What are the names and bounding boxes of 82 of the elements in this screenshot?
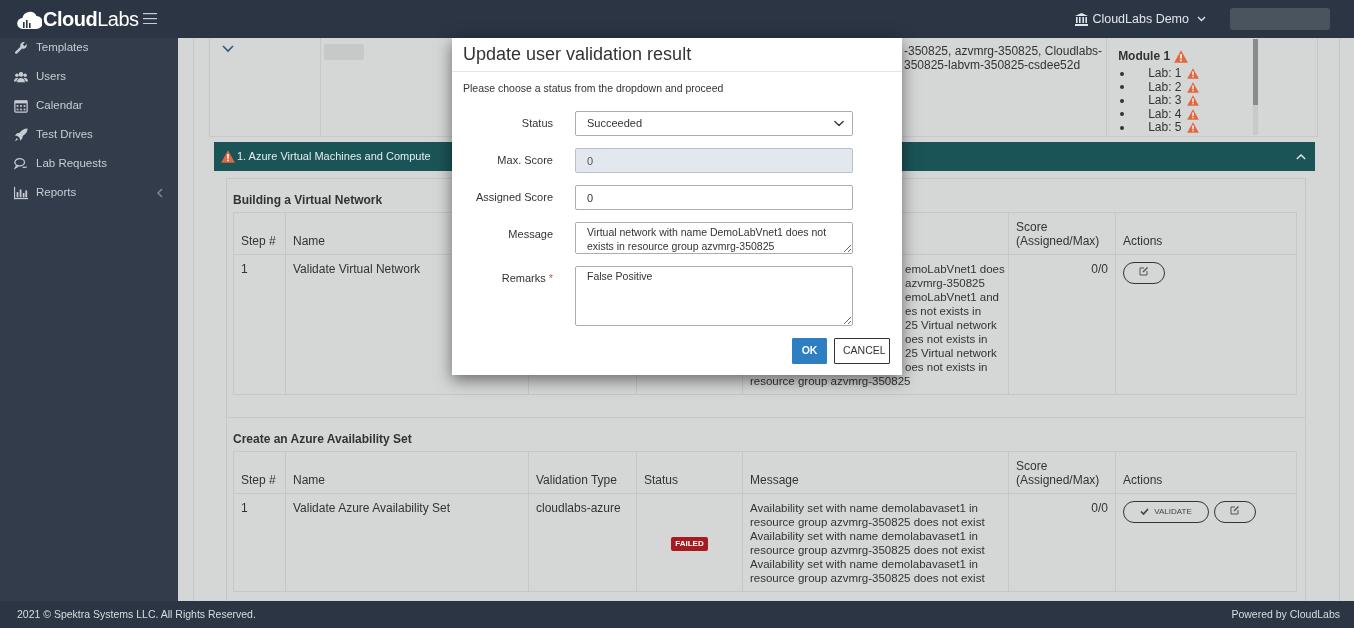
check-icon	[1140, 508, 1150, 515]
sidebar-item[interactable]: Reports	[0, 178, 178, 207]
column-header: Step #	[233, 451, 286, 494]
bank-icon	[1075, 12, 1089, 26]
message-text: Availability set with name demolabavaset1 in resource group azvmrg-350825 does not exist	[750, 501, 986, 529]
input-field[interactable]: 0	[575, 185, 853, 210]
group-title: Create an Azure Availability Set	[233, 431, 412, 446]
message-text: oes not exists in	[905, 360, 989, 374]
bullet-icon	[1120, 125, 1125, 130]
calendar-icon	[14, 98, 28, 113]
bar-chart-icon	[14, 185, 28, 200]
text-area[interactable]: False Positive	[575, 266, 853, 326]
group-title: Building a Virtual Network	[233, 192, 383, 207]
scrollbar[interactable]	[1253, 39, 1259, 135]
message-text: azvmrg-350825	[905, 276, 986, 290]
chat-icon	[14, 156, 28, 171]
table-cell: 1	[233, 254, 286, 395]
chevron-down-icon	[222, 44, 234, 53]
column-header: Message	[742, 451, 1009, 494]
bullet-icon	[1120, 85, 1125, 90]
message-text: oes not exists in	[905, 332, 989, 346]
sidebar-item[interactable]: Users	[0, 62, 178, 91]
status-dropdown[interactable]: Succeeded	[575, 111, 853, 136]
edit-icon	[1139, 266, 1149, 276]
column-header: Validation Type	[528, 451, 637, 494]
bullet-icon	[1120, 112, 1125, 117]
lab-item[interactable]: Lab: 2	[1148, 80, 1182, 94]
menu-button[interactable]	[142, 13, 157, 24]
module-title: Module 1	[1118, 49, 1171, 63]
message-text: 25 Virtual network	[905, 318, 998, 332]
cancel-button[interactable]: CANCEL	[834, 338, 890, 364]
users-icon	[14, 69, 28, 84]
table-cell: Validate Azure Availability Set	[285, 493, 529, 592]
column-header: Score (Assigned/Max)	[1008, 451, 1116, 494]
expand-toggle[interactable]	[222, 44, 234, 53]
bullet-icon	[1120, 98, 1125, 103]
ok-button[interactable]: OK	[792, 338, 827, 364]
field-label: Assigned Score	[475, 191, 553, 203]
wrench-icon	[14, 40, 28, 55]
message-text: resource group azvmrg-350825	[750, 374, 912, 388]
column-header: Name	[285, 451, 529, 494]
message-text: Availability set with name demolabavaset1 in resource group azvmrg-350825 does not exist	[750, 529, 986, 557]
lab-item[interactable]: Lab: 1	[1148, 67, 1182, 81]
column-header: Actions	[1115, 212, 1297, 255]
copyright-text: 2021 © Spektra Systems LLC. All Rights Reserved.	[17, 606, 256, 622]
table-cell: 1	[233, 493, 286, 592]
message-text: es not exists in	[905, 304, 983, 318]
status-badge: FAILED	[671, 537, 708, 551]
bullet-icon	[1120, 71, 1125, 76]
table-cell: 0/0	[1008, 254, 1116, 395]
caret-down-icon	[1197, 16, 1206, 22]
table-cell: cloudlabs-azure	[528, 493, 637, 592]
sidebar-item[interactable]: Test Drives	[0, 120, 178, 149]
lab-item[interactable]: Lab: 3	[1148, 94, 1182, 108]
message-text: emoLabVnet1 and	[905, 290, 1000, 304]
message-text: Availability set with name demolabavaset1 in resource group azvmrg-350825 does not exist	[750, 557, 986, 585]
sidebar-item[interactable]: Lab Requests	[0, 149, 178, 178]
instruction-text: Please choose a status from the dropdown and proceed	[462, 81, 725, 95]
column-header: Step #	[233, 212, 286, 255]
edit-icon	[1230, 505, 1240, 515]
lab-item[interactable]: Lab: 5	[1148, 121, 1182, 135]
required-mark: *	[548, 272, 553, 284]
account-menu[interactable]: CloudLabs Demo	[1075, 9, 1206, 29]
text-area[interactable]: Virtual network with name DemoLabVnet1 does not exists in resource group azvmrg-350825	[575, 222, 853, 254]
resource-text: -350825, azvmrg-350825, Cloudlabs-	[904, 44, 1103, 58]
dialog-title: Update user validation result	[463, 44, 692, 64]
chevron-left-icon	[156, 187, 164, 198]
sidebar-item[interactable]: Templates	[0, 38, 178, 62]
field-label: Status	[521, 117, 553, 129]
lab-item[interactable]: Lab: 4	[1148, 107, 1182, 121]
powered-by-text: Powered by CloudLabs	[1231, 606, 1340, 622]
sidebar-item[interactable]: Calendar	[0, 91, 178, 120]
resource-text: 350825-labvm-350825-csdee52d	[904, 58, 1082, 72]
rocket-icon	[14, 127, 28, 142]
column-header: Status	[636, 451, 743, 494]
column-header: Score (Assigned/Max)	[1008, 212, 1116, 255]
field-label: Max. Score	[497, 154, 553, 166]
menu-icon	[142, 13, 157, 24]
brand-logo-text[interactable]: CloudLabs	[43, 9, 139, 29]
table-cell: 0/0	[1008, 493, 1116, 592]
column-header: Actions	[1115, 451, 1297, 494]
message-text: 25 Virtual network	[905, 346, 998, 360]
